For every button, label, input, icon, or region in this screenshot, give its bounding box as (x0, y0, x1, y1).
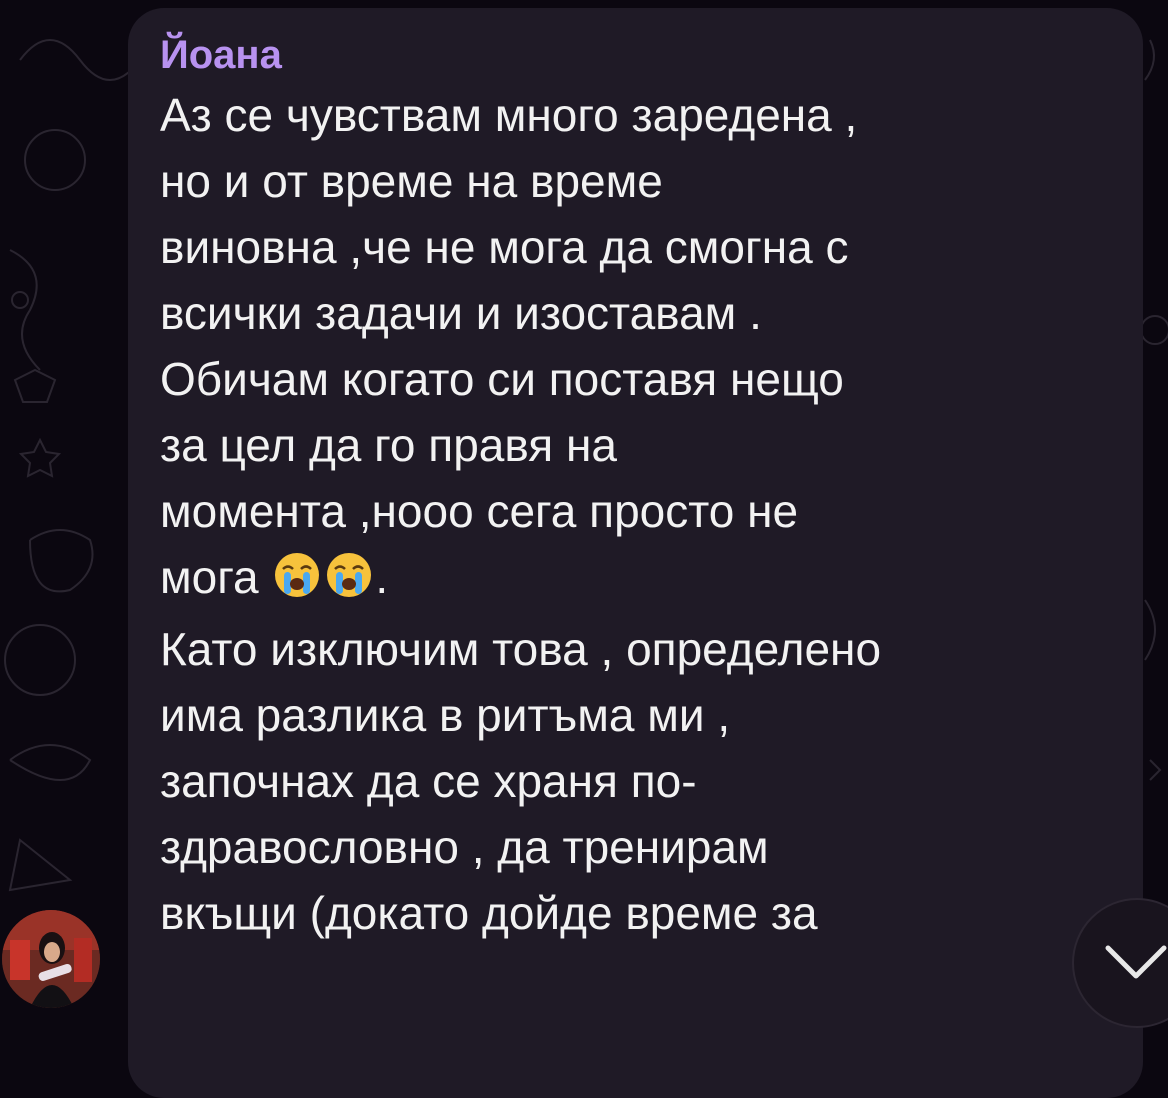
message-line: Като изключим това , определено (160, 623, 882, 675)
message-line: момента ,ноoо сега просто не (160, 485, 799, 537)
avatar[interactable] (2, 910, 100, 1008)
message-line: има разлика в ритъма ми , (160, 689, 731, 741)
crying-face-emoji (325, 550, 373, 616)
message-bubble[interactable]: Йоана Аз се чувствам много заредена , но … (128, 8, 1143, 1098)
message-line: мога (160, 551, 259, 603)
message-line: здравословно , да тренирам (160, 821, 769, 873)
message-line: но и от време на време (160, 155, 663, 207)
message-text: Аз се чувствам много заредена , но и от в… (160, 82, 1115, 946)
message-line: Обичам когато си поставя нещо (160, 353, 844, 405)
message-line: Аз се чувствам много заредена , (160, 89, 858, 141)
avatar-photo (2, 910, 100, 1008)
message-line: вкъщи (докато дойде време за (160, 887, 818, 939)
message-punctuation: . (375, 551, 389, 603)
sender-name[interactable]: Йоана (160, 32, 1115, 78)
chevron-down-icon (1105, 945, 1167, 979)
message-line: започнах да се храня по- (160, 755, 697, 807)
message-line: всички задачи и изоставам . (160, 287, 762, 339)
crying-face-emoji (273, 550, 321, 616)
message-line-with-emoji: мога . (160, 544, 1115, 616)
message-line: за цел да го правя на (160, 419, 617, 471)
message-line: виновна ,че не мога да смогна с (160, 221, 849, 273)
